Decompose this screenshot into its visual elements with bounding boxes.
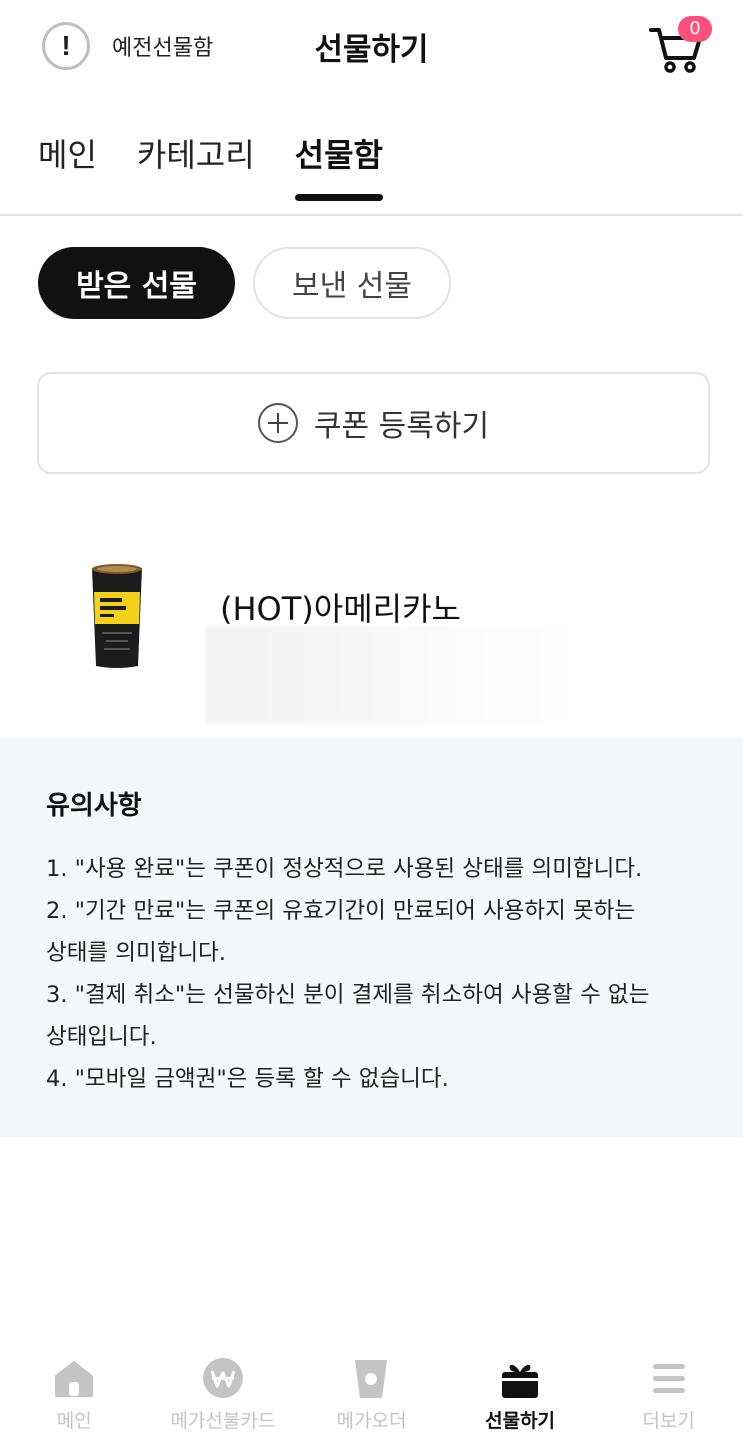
gift-icon	[502, 1364, 539, 1398]
nav-label: 선물하기	[485, 1410, 556, 1432]
notice-line: 3. "결제 취소"는 선물하신 분이 결제를 취소하여 사용할 수 없는	[46, 982, 650, 1008]
nav-label: 메인	[56, 1410, 92, 1432]
notice-line: 1. "사용 완료"는 쿠폰이 정상적으로 사용된 상태를 의미합니다.	[46, 856, 643, 882]
register-coupon-label: 쿠폰 등록하기	[313, 409, 490, 444]
menu-icon	[652, 1364, 685, 1393]
plus-circle-icon	[257, 403, 298, 443]
nav-item-main[interactable]: 메인	[0, 1350, 149, 1450]
home-icon	[55, 1361, 94, 1397]
nav-item-mega-order[interactable]: 메가오더	[297, 1350, 446, 1450]
bottom-navigation: 메인 메가선불카드 메가오더 선물하기 더보기	[0, 1350, 743, 1450]
coffee-cup-image	[92, 564, 142, 668]
notice-line: 상태입니다.	[46, 1024, 157, 1050]
gift-item-name: (HOT)아메리카노	[220, 590, 461, 628]
nav-label: 메가오더	[336, 1410, 407, 1432]
notice-list: 1. "사용 완료"는 쿠폰이 정상적으로 사용된 상태를 의미합니다. 2. …	[46, 848, 697, 1100]
notice-line: 4. "모바일 금액권"은 등록 할 수 없습니다.	[46, 1066, 449, 1092]
cart-count-badge: 0	[678, 16, 712, 42]
gift-filter-toggle: 받은 선물 보낸 선물	[38, 247, 451, 319]
sent-gifts-button[interactable]: 보낸 선물	[253, 247, 451, 319]
tab-category[interactable]: 카테고리	[137, 130, 255, 200]
gift-page: ! 예전선물함 선물하기 0 메인 카테고리 선물함 받은 선물 보낸 선물 쿠…	[0, 0, 743, 1450]
received-gifts-button[interactable]: 받은 선물	[38, 247, 235, 319]
redacted-area	[205, 626, 580, 724]
nav-item-gift[interactable]: 선물하기	[446, 1350, 595, 1450]
tab-gift-box[interactable]: 선물함	[294, 130, 384, 201]
nav-label: 더보기	[642, 1410, 695, 1432]
nav-item-more[interactable]: 더보기	[594, 1350, 743, 1450]
won-card-icon	[202, 1358, 243, 1398]
gift-list-item[interactable]: (HOT)아메리카노	[0, 540, 743, 730]
notice-line: 상태를 의미합니다.	[46, 940, 226, 966]
notice-title: 유의사항	[46, 791, 142, 821]
nav-item-mega-card[interactable]: 메가선불카드	[149, 1350, 298, 1450]
main-tabs: 메인 카테고리 선물함	[38, 130, 384, 201]
register-coupon-button[interactable]: 쿠폰 등록하기	[37, 372, 710, 474]
cup-icon	[355, 1360, 388, 1398]
top-header: ! 예전선물함 선물하기 0	[0, 0, 743, 95]
cart-button[interactable]: 0	[648, 16, 712, 76]
notice-section: 유의사항 1. "사용 완료"는 쿠폰이 정상적으로 사용된 상태를 의미합니다…	[0, 737, 743, 1137]
nav-label: 메가선불카드	[170, 1410, 276, 1432]
tab-main[interactable]: 메인	[38, 130, 97, 200]
notice-line: 2. "기간 만료"는 쿠폰의 유효기간이 만료되어 사용하지 못하는	[46, 898, 636, 924]
tabs-divider	[0, 214, 743, 216]
page-title: 선물하기	[314, 32, 429, 68]
